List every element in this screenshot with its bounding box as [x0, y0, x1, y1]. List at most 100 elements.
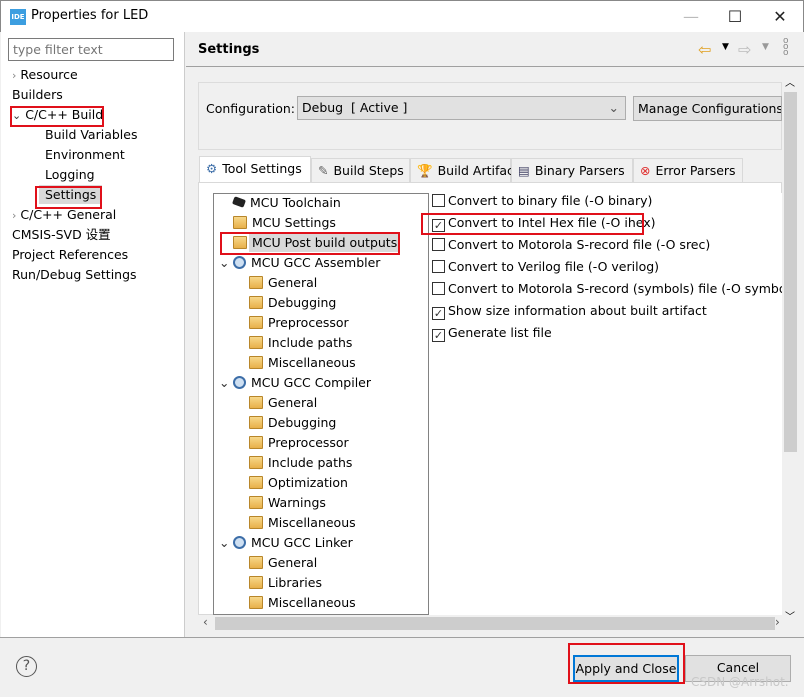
- tree-item[interactable]: General: [249, 553, 317, 573]
- sidebar-item[interactable]: › Resource: [12, 65, 78, 85]
- tree-item-label: Include paths: [268, 335, 353, 350]
- checkbox-unchecked[interactable]: [432, 194, 445, 207]
- forward-dropdown-icon[interactable]: ▼: [762, 42, 769, 52]
- sidebar-item[interactable]: CMSIS-SVD 设置: [12, 225, 111, 245]
- option-checkbox-row[interactable]: ✓ Generate list file: [432, 322, 552, 344]
- tree-item[interactable]: Preprocessor: [249, 433, 349, 453]
- tab-binary-parsers[interactable]: ▤ Binary Parsers: [511, 158, 633, 182]
- minimize-button[interactable]: —: [676, 5, 706, 29]
- tree-item-label: Miscellaneous: [268, 515, 356, 530]
- folder-icon: [249, 296, 263, 309]
- tab-label: Build Steps: [333, 163, 404, 178]
- sidebar-item[interactable]: Settings: [39, 185, 103, 205]
- scroll-up-icon[interactable]: ︿: [785, 74, 795, 89]
- folder-icon: [249, 476, 263, 489]
- window-title: Properties for LED: [31, 8, 149, 23]
- checkbox-unchecked[interactable]: [432, 282, 445, 295]
- configuration-select[interactable]: Debug [ Active ] ⌄: [297, 96, 626, 120]
- tree-item[interactable]: Miscellaneous: [249, 513, 356, 533]
- tree-item[interactable]: Miscellaneous: [249, 593, 356, 613]
- filter-input[interactable]: [8, 38, 174, 61]
- option-label: Convert to binary file (-O binary): [448, 193, 653, 208]
- sidebar-item-label: Run/Debug Settings: [12, 267, 137, 282]
- chevron-right-icon[interactable]: ›: [12, 69, 16, 82]
- chevron-down-icon[interactable]: ⌄: [219, 253, 229, 273]
- tree-item-label: Preprocessor: [268, 435, 349, 450]
- tree-item[interactable]: ⌄ MCU GCC Assembler: [219, 253, 380, 273]
- maximize-button[interactable]: ☐: [720, 5, 750, 29]
- scroll-right-icon[interactable]: ›: [775, 615, 780, 629]
- tree-item[interactable]: ⌄ MCU GCC Linker: [219, 533, 353, 553]
- chevron-down-icon[interactable]: ⌄: [219, 533, 229, 553]
- tree-item[interactable]: MCU Settings: [233, 213, 336, 233]
- option-checkbox-row[interactable]: ✓ Show size information about built artif…: [432, 300, 707, 322]
- tree-item[interactable]: Preprocessor: [249, 313, 349, 333]
- configuration-label: Configuration:: [206, 101, 295, 116]
- forward-arrow-icon[interactable]: ⇨: [738, 40, 751, 59]
- tab-tool-settings[interactable]: ⚙ Tool Settings: [199, 156, 311, 183]
- checkbox-checked[interactable]: ✓: [432, 219, 445, 232]
- option-checkbox-row[interactable]: ✓ Convert to Intel Hex file (-O ihex): [432, 212, 656, 234]
- tree-item[interactable]: Miscellaneous: [249, 353, 356, 373]
- menu-icon[interactable]: ooo: [783, 37, 789, 58]
- tree-item[interactable]: Warnings: [249, 493, 326, 513]
- chevron-down-icon[interactable]: ⌄: [219, 373, 229, 393]
- tree-item[interactable]: Libraries: [249, 573, 322, 593]
- horizontal-scroll-thumb[interactable]: [215, 617, 775, 630]
- tree-item[interactable]: General: [249, 393, 317, 413]
- checkbox-unchecked[interactable]: [432, 260, 445, 273]
- sidebar-item-label: CMSIS-SVD 设置: [12, 227, 111, 242]
- option-checkbox-row[interactable]: Convert to Motorola S-record (symbols) f…: [432, 278, 796, 300]
- tree-item-label: Debugging: [268, 295, 337, 310]
- tree-item[interactable]: Debugging: [249, 293, 336, 313]
- sidebar-item[interactable]: Project References: [12, 245, 128, 265]
- sidebar-item[interactable]: Logging: [45, 165, 95, 185]
- checkbox-checked[interactable]: ✓: [432, 307, 445, 320]
- back-arrow-icon[interactable]: ⇦: [698, 40, 711, 59]
- back-dropdown-icon[interactable]: ▼: [722, 42, 729, 52]
- sidebar-item-label: C/C++ General: [20, 207, 117, 222]
- tab-build-steps[interactable]: ✎ Build Steps: [311, 158, 410, 182]
- scroll-down-icon[interactable]: ﹀: [785, 608, 795, 623]
- close-button[interactable]: ✕: [765, 5, 795, 29]
- tab-label: Binary Parsers: [534, 163, 625, 178]
- gear-icon: [233, 376, 246, 389]
- checkbox-checked[interactable]: ✓: [432, 329, 445, 342]
- folder-icon: [249, 316, 263, 329]
- option-checkbox-row[interactable]: Convert to binary file (-O binary): [432, 190, 652, 212]
- configuration-value: Debug [ Active ]: [302, 100, 408, 115]
- apply-and-close-button[interactable]: Apply and Close: [573, 655, 679, 682]
- sidebar-item[interactable]: Run/Debug Settings: [12, 265, 137, 285]
- tab-error-parsers[interactable]: ⊗ Error Parsers: [633, 158, 743, 182]
- sidebar-item[interactable]: › C/C++ General: [12, 205, 116, 225]
- tree-item[interactable]: Optimization: [249, 473, 348, 493]
- tree-item[interactable]: ⌄ MCU GCC Compiler: [219, 373, 372, 393]
- folder-icon: [249, 336, 263, 349]
- sidebar-item[interactable]: Build Variables: [45, 125, 137, 145]
- sidebar-item[interactable]: Environment: [45, 145, 125, 165]
- tree-item-label: MCU GCC Compiler: [251, 375, 372, 390]
- sidebar-item[interactable]: Builders: [12, 85, 63, 105]
- tree-item[interactable]: Include paths: [249, 453, 352, 473]
- sidebar-item[interactable]: ⌄ C/C++ Build: [12, 105, 103, 125]
- tree-item[interactable]: General: [249, 273, 317, 293]
- tree-item[interactable]: Include paths: [249, 333, 352, 353]
- option-checkbox-row[interactable]: Convert to Motorola S-record file (-O sr…: [432, 234, 710, 256]
- help-button[interactable]: ?: [16, 656, 37, 677]
- tree-item-label: MCU GCC Linker: [251, 535, 353, 550]
- footer-divider: [0, 637, 804, 638]
- option-checkbox-row[interactable]: Convert to Verilog file (-O verilog): [432, 256, 659, 278]
- manage-configurations-button[interactable]: Manage Configurations...: [633, 96, 782, 121]
- ide-app-icon: IDE: [10, 9, 26, 25]
- chevron-down-icon[interactable]: ⌄: [12, 109, 21, 122]
- checkbox-unchecked[interactable]: [432, 238, 445, 251]
- header-divider: [186, 66, 804, 67]
- tree-item[interactable]: MCU Post build outputs: [233, 233, 401, 253]
- chevron-right-icon[interactable]: ›: [12, 209, 16, 222]
- tree-item[interactable]: MCU Toolchain: [231, 193, 341, 213]
- tab-build-artifact[interactable]: 🏆 Build Artifact: [410, 158, 519, 182]
- tree-item[interactable]: Debugging: [249, 413, 336, 433]
- scroll-left-icon[interactable]: ‹: [203, 615, 208, 629]
- option-label: Convert to Verilog file (-O verilog): [448, 259, 660, 274]
- vertical-scroll-thumb[interactable]: [784, 92, 797, 452]
